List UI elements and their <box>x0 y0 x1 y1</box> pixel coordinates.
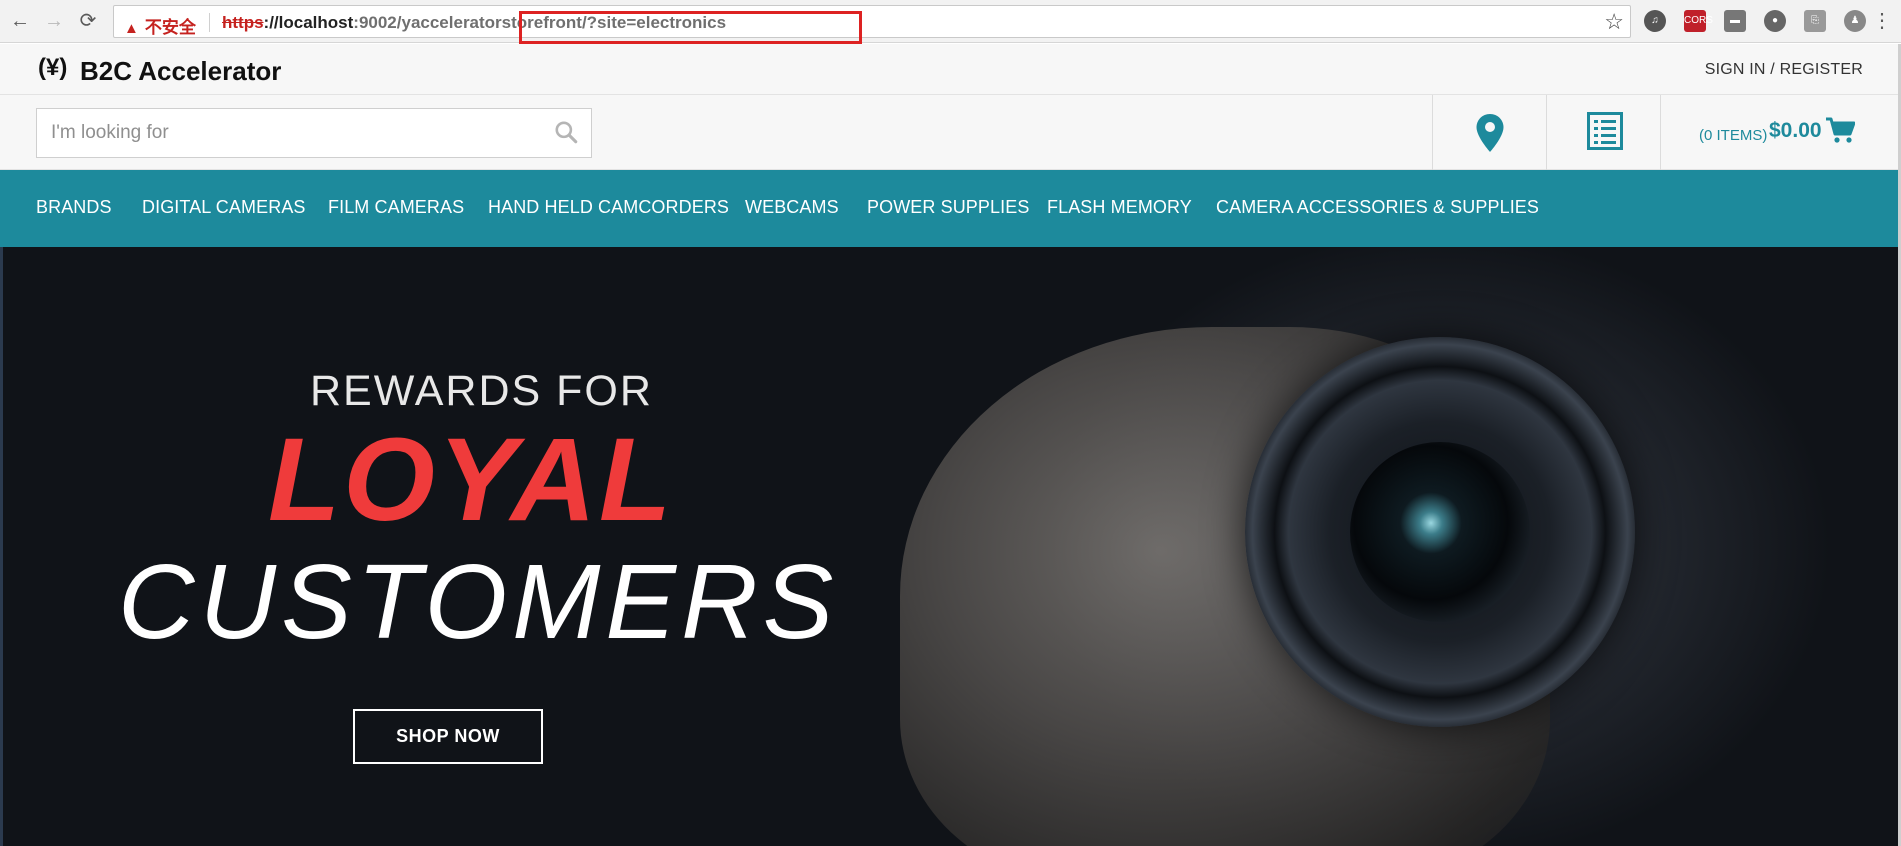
json-extension-icon[interactable]: ▬ <box>1724 10 1746 32</box>
circle-extension-icon[interactable]: ● <box>1764 10 1786 32</box>
list-icon <box>1587 112 1623 150</box>
omnibox-divider <box>209 13 210 32</box>
url-host: ://localhost <box>263 13 354 32</box>
store-finder-button[interactable] <box>1432 95 1546 170</box>
security-label: 不安全 <box>144 18 196 37</box>
search-box <box>36 108 592 158</box>
nav-digital-cameras[interactable]: DIGITAL CAMERAS <box>142 197 306 218</box>
url-text[interactable]: https://localhost:9002/yacceleratorstore… <box>222 13 726 33</box>
chrome-menu-icon[interactable]: ⋮ <box>1870 9 1894 33</box>
warning-triangle-icon: ▲ <box>124 20 139 37</box>
browser-toolbar: ← → ⟳ ▲ 不安全 https://localhost:9002/yaccel… <box>0 0 1901 44</box>
security-indicator[interactable]: ▲ 不安全 <box>124 13 196 38</box>
bookmark-star-icon[interactable]: ☆ <box>1604 9 1624 35</box>
headphones-extension-icon[interactable]: ♫ <box>1644 10 1666 32</box>
shop-now-button[interactable]: SHOP NOW <box>353 709 543 764</box>
reload-icon[interactable]: ⟳ <box>76 9 100 33</box>
nav-webcams[interactable]: WEBCAMS <box>745 197 839 218</box>
search-icon[interactable] <box>553 119 579 145</box>
address-bar[interactable]: ▲ 不安全 https://localhost:9002/yaccelerator… <box>113 5 1631 44</box>
cors-extension-icon[interactable]: CORS <box>1684 10 1713 32</box>
cart-total: $0.00 <box>1769 119 1822 142</box>
search-row: (0 ITEMS) $0.00 <box>0 95 1898 170</box>
nav-hand-held-camcorders[interactable]: HAND HELD CAMCORDERS <box>488 197 729 218</box>
nav-brands[interactable]: BRANDS <box>36 197 112 218</box>
cart-item-count: (0 ITEMS) <box>1699 127 1768 144</box>
hero-edge <box>0 247 3 846</box>
hero-banner[interactable]: REWARDS FOR LOYAL CUSTOMERS SHOP NOW <box>0 247 1898 846</box>
site-header: (¥) B2C Accelerator SIGN IN / REGISTER <box>0 44 1898 95</box>
map-pin-icon <box>1476 114 1504 152</box>
forward-icon[interactable]: → <box>42 9 66 33</box>
cart-icon <box>1826 117 1855 143</box>
category-nav: BRANDS DIGITAL CAMERAS FILM CAMERAS HAND… <box>0 170 1898 247</box>
saved-list-button[interactable] <box>1546 95 1660 170</box>
nav-power-supplies[interactable]: POWER SUPPLIES <box>867 197 1029 218</box>
pdf-extension-icon[interactable]: ⎘ <box>1804 10 1826 32</box>
back-icon[interactable]: ← <box>8 9 32 33</box>
user-extension-icon[interactable]: ♟ <box>1844 10 1866 32</box>
hero-subheadline: CUSTOMERS <box>118 543 839 661</box>
url-port: :9002 <box>353 13 397 32</box>
logo-icon[interactable]: (¥) <box>38 54 67 82</box>
mini-cart[interactable]: (0 ITEMS) $0.00 <box>1660 95 1898 170</box>
hero-kicker: REWARDS FOR <box>310 367 653 415</box>
hero-headline: LOYAL <box>268 414 675 546</box>
nav-camera-accessories[interactable]: CAMERA ACCESSORIES & SUPPLIES <box>1216 197 1539 218</box>
search-input[interactable] <box>37 109 537 157</box>
signin-register-link[interactable]: SIGN IN / REGISTER <box>1705 61 1863 79</box>
nav-film-cameras[interactable]: FILM CAMERAS <box>328 197 464 218</box>
url-path: /yacceleratorstorefront/?site=electronic… <box>396 13 727 32</box>
nav-flash-memory[interactable]: FLASH MEMORY <box>1047 197 1192 218</box>
site-logo[interactable]: B2C Accelerator <box>80 56 281 87</box>
hero-lens-glass <box>1350 442 1530 622</box>
url-scheme: https <box>222 13 264 32</box>
